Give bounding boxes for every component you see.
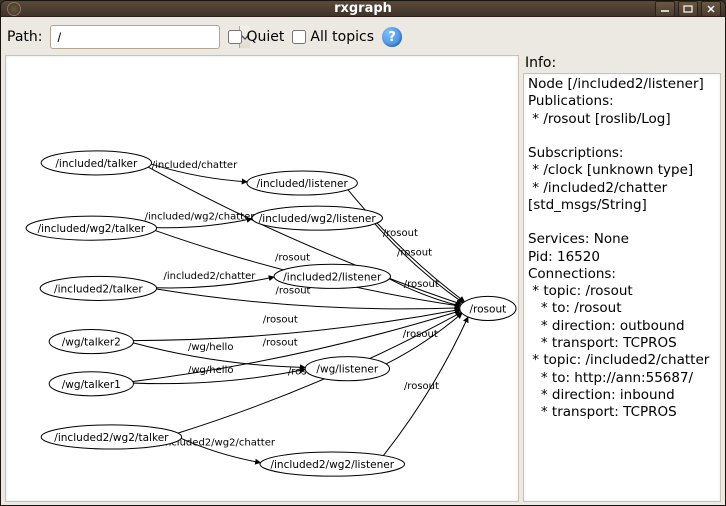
path-input[interactable] xyxy=(51,26,239,48)
graph-node[interactable]: /included/talker xyxy=(41,151,151,175)
svg-text:/wg/talker1: /wg/talker1 xyxy=(62,379,121,391)
graph-edge: /included2/chatter xyxy=(157,271,275,288)
graph-node[interactable]: /rosout xyxy=(460,296,516,320)
graph-node[interactable]: /included2/wg2/talker xyxy=(41,425,182,449)
alltopics-label: All topics xyxy=(310,29,374,45)
svg-text:/included/talker: /included/talker xyxy=(55,158,138,170)
graph-edge: /wg/hello xyxy=(133,365,305,384)
svg-text:/rosout: /rosout xyxy=(404,279,439,290)
svg-text:/rosout: /rosout xyxy=(275,253,310,264)
svg-text:/included/listener: /included/listener xyxy=(256,178,348,190)
close-button[interactable] xyxy=(701,1,721,17)
svg-text:/included/wg2/chatter: /included/wg2/chatter xyxy=(145,212,256,223)
info-panel: Info: Node [/included2/listener] Publica… xyxy=(523,55,721,502)
graph-node[interactable]: /wg/talker1 xyxy=(49,372,133,396)
quiet-checkbox[interactable] xyxy=(228,30,242,44)
svg-text:/included2/talker: /included2/talker xyxy=(54,283,143,295)
graph-node[interactable]: /included2/talker xyxy=(40,276,156,300)
app-icon xyxy=(7,2,21,16)
svg-text:/included2/wg2/listener: /included2/wg2/listener xyxy=(270,459,394,471)
svg-text:/included2/wg2/talker: /included2/wg2/talker xyxy=(54,432,169,444)
graph-node[interactable]: /included/wg2/talker xyxy=(26,216,157,240)
content-area: Path: Quiet All topics ? xyxy=(1,17,725,506)
svg-text:/included/chatter: /included/chatter xyxy=(152,160,238,171)
alltopics-checkbox[interactable] xyxy=(292,30,306,44)
help-icon[interactable]: ? xyxy=(382,27,402,47)
graph-node[interactable]: /included2/listener xyxy=(274,264,390,288)
minimize-button[interactable] xyxy=(655,1,675,17)
graph-svg: /included/chatter/rosout/rosout/included… xyxy=(6,56,518,501)
graph-edge: /included/wg2/chatter xyxy=(145,212,256,228)
graph-node[interactable]: /included/wg2/listener xyxy=(252,206,383,230)
app-window: rxgraph Path: Quiet All topics xyxy=(0,0,726,506)
svg-text:/rosout: /rosout xyxy=(383,228,418,239)
path-label: Path: xyxy=(7,29,42,45)
graph-edge: /rosout xyxy=(386,313,462,364)
svg-text:/rosout: /rosout xyxy=(263,315,298,326)
maximize-button[interactable] xyxy=(678,1,698,17)
graph-node[interactable]: /wg/talker2 xyxy=(49,330,133,354)
main-row: /included/chatter/rosout/rosout/included… xyxy=(5,55,721,502)
svg-text:/rosout: /rosout xyxy=(263,338,298,349)
window-controls xyxy=(655,1,721,17)
svg-text:/rosout: /rosout xyxy=(397,247,432,258)
graph-edge: /included/chatter xyxy=(151,160,247,182)
info-text[interactable]: Node [/included2/listener] Publications:… xyxy=(523,73,721,502)
svg-text:/wg/hello: /wg/hello xyxy=(188,342,234,353)
path-combobox[interactable] xyxy=(50,25,220,49)
svg-text:/rosout: /rosout xyxy=(404,381,439,392)
graph-node[interactable]: /included/listener xyxy=(247,171,357,195)
svg-text:/wg/talker2: /wg/talker2 xyxy=(62,337,121,349)
svg-text:/included/wg2/talker: /included/wg2/talker xyxy=(38,223,146,235)
info-label: Info: xyxy=(523,55,721,73)
quiet-label: Quiet xyxy=(246,29,284,45)
quiet-checkbox-wrap[interactable]: Quiet xyxy=(228,29,284,45)
graph-node[interactable]: /included2/wg2/listener xyxy=(260,452,405,476)
graph-node[interactable]: /wg/listener xyxy=(305,357,389,381)
titlebar[interactable]: rxgraph xyxy=(1,1,725,17)
svg-text:/included2/listener: /included2/listener xyxy=(283,271,382,283)
window-title: rxgraph xyxy=(334,1,392,16)
svg-text:/rosout: /rosout xyxy=(469,303,506,315)
toolbar: Path: Quiet All topics ? xyxy=(5,21,721,51)
graph-pane[interactable]: /included/chatter/rosout/rosout/included… xyxy=(5,55,519,502)
svg-text:/included/wg2/listener: /included/wg2/listener xyxy=(259,213,377,225)
svg-text:/wg/listener: /wg/listener xyxy=(316,364,378,376)
alltopics-checkbox-wrap[interactable]: All topics xyxy=(292,29,374,45)
svg-text:/rosout: /rosout xyxy=(403,329,438,340)
svg-text:/included2/chatter: /included2/chatter xyxy=(163,271,256,282)
